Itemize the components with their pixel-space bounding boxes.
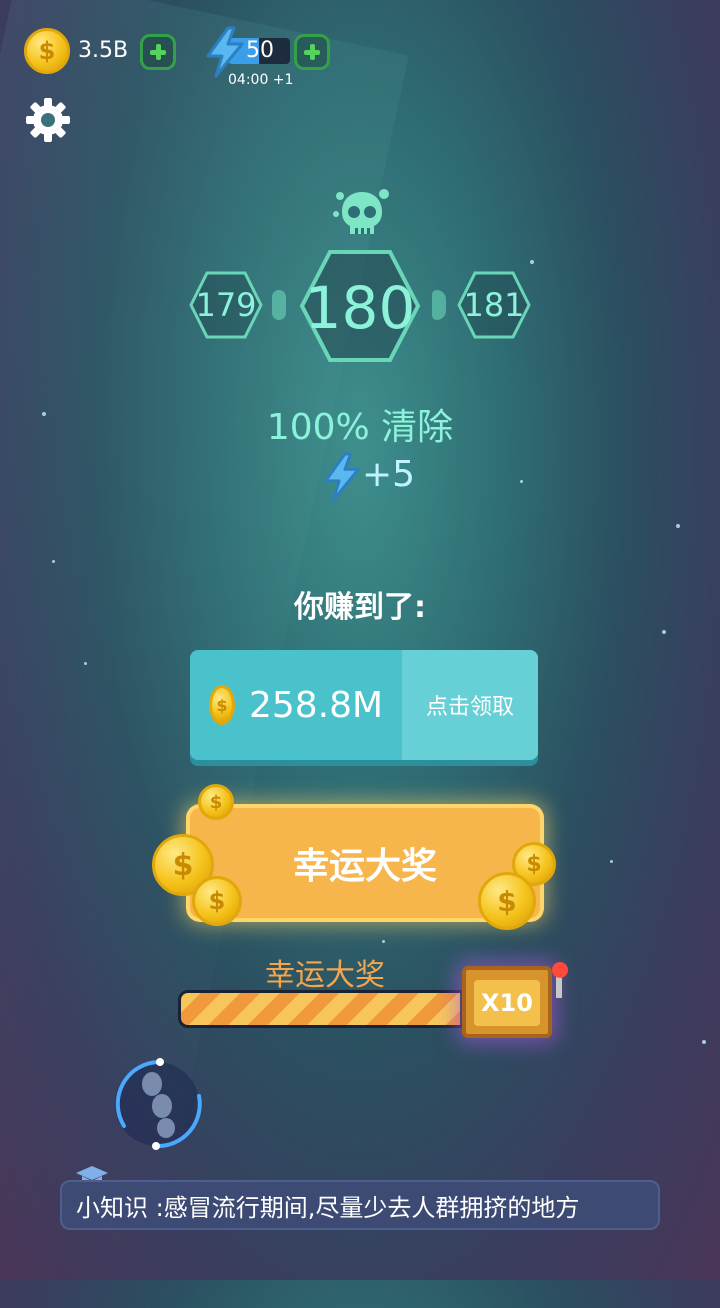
settings-gear-icon[interactable] — [24, 96, 72, 144]
claim-amount-area: $ 258.8M — [190, 650, 402, 760]
coin-icon: $ — [208, 685, 235, 725]
add-energy-button[interactable] — [294, 34, 330, 70]
reward-amount: 258.8M — [248, 684, 384, 726]
tip-text: 小知识 :感冒流行期间,尽量少去人群拥挤的地方 — [76, 1193, 580, 1222]
coin-icon: $ — [24, 28, 70, 74]
energy-bonus-text: +5 — [362, 454, 416, 495]
lucky-progress-fill — [181, 993, 461, 1025]
prev-level-number: 179 — [195, 286, 257, 324]
claim-reward-button[interactable]: $ 258.8M 点击领取 — [190, 650, 538, 760]
coin-icon: $ — [192, 876, 242, 926]
coin-icon: $ — [198, 784, 234, 820]
claim-label: 点击领取 — [402, 650, 538, 760]
skull-virus-icon — [333, 189, 389, 234]
clear-percentage-text: 100% 清除 — [266, 407, 454, 448]
lucky-progress-label: 幸运大奖 — [265, 958, 385, 993]
earned-title: 你赚到了: — [294, 590, 426, 625]
energy-timer: 04:00 +1 — [228, 72, 294, 88]
energy-bonus-icon — [324, 452, 360, 502]
next-level-number: 181 — [463, 286, 525, 324]
level-connector-left — [272, 290, 286, 320]
slot-lever-knob — [552, 962, 568, 978]
tip-banner: 小知识 :感冒流行期间,尽量少去人群拥挤的地方 — [60, 1180, 660, 1230]
energy-icon — [206, 26, 244, 78]
add-coins-button[interactable] — [140, 34, 176, 70]
coin-icon: $ — [478, 872, 536, 930]
coin-balance: 3.5B — [78, 38, 129, 63]
slot-multiplier: X10 — [474, 980, 540, 1026]
lucky-prize-label: 幸运大奖 — [292, 846, 437, 887]
lucky-progress-bar — [178, 990, 478, 1028]
current-level-number: 180 — [304, 274, 416, 342]
rocket-boost-icon[interactable] — [104, 1056, 210, 1152]
level-connector-right — [432, 290, 446, 320]
slot-machine-icon[interactable]: X10 — [462, 966, 552, 1038]
energy-count: 50 — [246, 38, 274, 63]
